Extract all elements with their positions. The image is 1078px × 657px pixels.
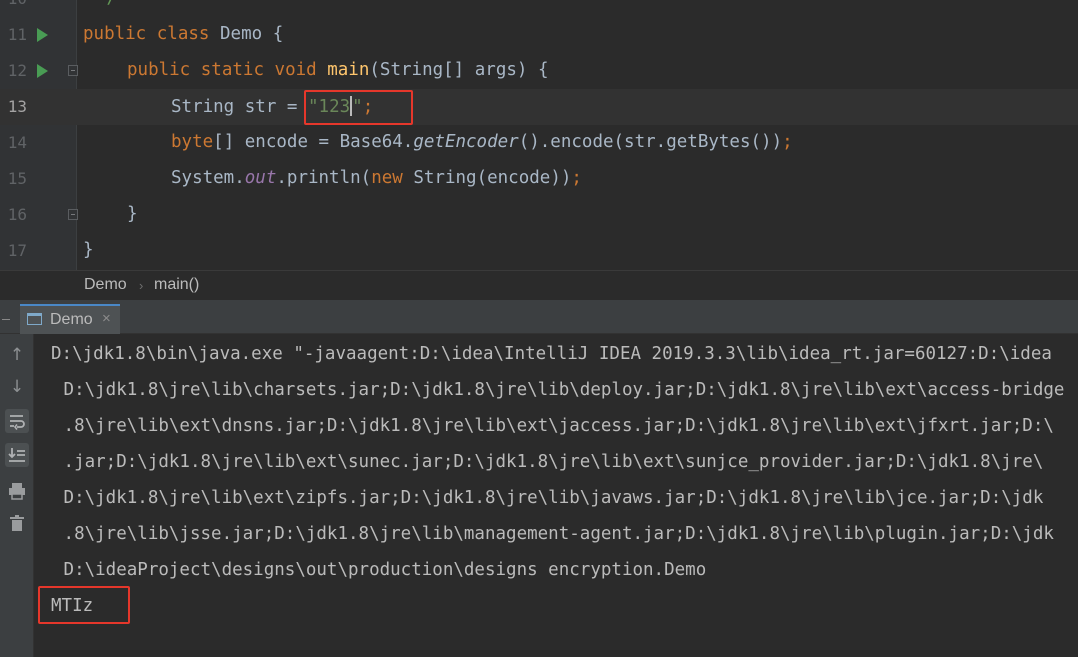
tab-label: Demo <box>50 311 93 328</box>
line-number: 17 <box>7 241 27 260</box>
semicolon: ; <box>571 168 582 188</box>
tab-overflow-icon[interactable] <box>2 316 10 320</box>
run-tabbar: Demo × <box>0 300 1078 334</box>
code-line-17[interactable]: 17 } <box>0 233 1078 269</box>
highlight-box-output <box>38 586 130 624</box>
type-name: String <box>171 97 235 117</box>
code-line-10[interactable]: 10 */ <box>0 0 1078 17</box>
console-icon <box>27 313 42 325</box>
assign-operator: = <box>286 97 298 117</box>
breadcrumb-separator: › <box>139 278 144 293</box>
code-line-11[interactable]: 11 public class Demo { <box>0 17 1078 53</box>
console-line: D:\ideaProject\designs\out\production\de… <box>53 560 707 580</box>
down-arrow-icon[interactable]: ↓ <box>5 375 29 399</box>
code-segment: System. <box>171 168 245 188</box>
close-icon[interactable]: × <box>102 310 111 327</box>
code-text: public class Demo { <box>83 24 283 44</box>
run-class-icon[interactable] <box>37 28 48 42</box>
console-line: D:\jdk1.8\jre\lib\charsets.jar;D:\jdk1.8… <box>53 380 1065 400</box>
code-text: System.out.println(new String(encode)); <box>171 168 582 188</box>
code-line-14[interactable]: 14 byte[] encode = Base64.getEncoder().e… <box>0 125 1078 161</box>
code-segment: ().encode(str.getBytes()) <box>518 132 783 152</box>
static-method-call: getEncoder <box>413 132 519 152</box>
breadcrumb-method[interactable]: main() <box>154 276 199 294</box>
code-line-13[interactable]: 13 String str = "123 "; <box>0 89 1078 125</box>
up-arrow-icon[interactable]: ↑ <box>5 343 29 367</box>
console-line: .8\jre\lib\jsse.jar;D:\jdk1.8\jre\lib\ma… <box>53 524 1054 544</box>
run-method-icon[interactable] <box>37 64 48 78</box>
code-segment: String(encode)) <box>402 168 572 188</box>
comment-end: */ <box>96 0 117 8</box>
keyword: static <box>200 60 264 80</box>
keyword: void <box>274 60 317 80</box>
line-number: 14 <box>7 133 27 152</box>
line-number: 13 <box>7 97 27 116</box>
class-name: Demo <box>220 24 263 44</box>
fold-icon[interactable] <box>68 209 78 220</box>
line-number: 12 <box>7 61 27 80</box>
method-name: main <box>327 60 370 80</box>
code-line-16[interactable]: 16 } <box>0 197 1078 233</box>
highlight-box-input <box>304 90 413 125</box>
line-number: 15 <box>7 169 27 188</box>
code-editor[interactable]: 10 */ 11 public class Demo { 12 public s… <box>0 0 1078 270</box>
console-line: D:\jdk1.8\bin\java.exe "-javaagent:D:\id… <box>51 344 1052 364</box>
code-text: public static void main(String[] args) { <box>127 60 549 80</box>
breadcrumb-class[interactable]: Demo <box>84 276 127 294</box>
keyword: public <box>83 24 147 44</box>
code-segment: [] encode = Base64. <box>213 132 414 152</box>
keyword: byte <box>171 132 214 152</box>
code-text: byte[] encode = Base64.getEncoder().enco… <box>171 132 793 152</box>
code-line-15[interactable]: 15 System.out.println(new String(encode)… <box>0 161 1078 197</box>
line-number: 11 <box>7 25 27 44</box>
breadcrumb: Demo › main() <box>0 270 1078 300</box>
fold-icon[interactable] <box>68 65 78 76</box>
console-output[interactable]: D:\jdk1.8\bin\java.exe "-javaagent:D:\id… <box>34 334 1078 657</box>
code-line-12[interactable]: 12 public static void main(String[] args… <box>0 53 1078 89</box>
tab-run-demo[interactable]: Demo × <box>20 304 120 334</box>
variable-name: str <box>244 97 277 117</box>
keyword: class <box>156 24 210 44</box>
code-segment: .println( <box>276 168 372 188</box>
code-text: } <box>127 204 138 224</box>
scroll-to-end-icon[interactable] <box>5 443 29 467</box>
console-line: .8\jre\lib\ext\dnsns.jar;D:\jdk1.8\jre\l… <box>53 416 1054 436</box>
semicolon: ; <box>782 132 793 152</box>
code-text: } <box>83 240 94 260</box>
console-line: D:\jdk1.8\jre\lib\ext\zipfs.jar;D:\jdk1.… <box>53 488 1044 508</box>
keyword: new <box>371 168 403 188</box>
static-field: out <box>244 168 277 188</box>
keyword: public <box>127 60 191 80</box>
brace: { <box>272 24 284 44</box>
trash-icon[interactable] <box>5 511 29 535</box>
method-params: (String[] args) { <box>369 60 549 80</box>
line-number: 16 <box>7 205 27 224</box>
line-number: 10 <box>0 0 27 8</box>
soft-wrap-icon[interactable] <box>5 409 29 433</box>
run-toolbar: ↑ ↓ <box>0 334 34 657</box>
console-line: .jar;D:\jdk1.8\jre\lib\ext\sunec.jar;D:\… <box>53 452 1044 472</box>
print-icon[interactable] <box>5 479 29 503</box>
